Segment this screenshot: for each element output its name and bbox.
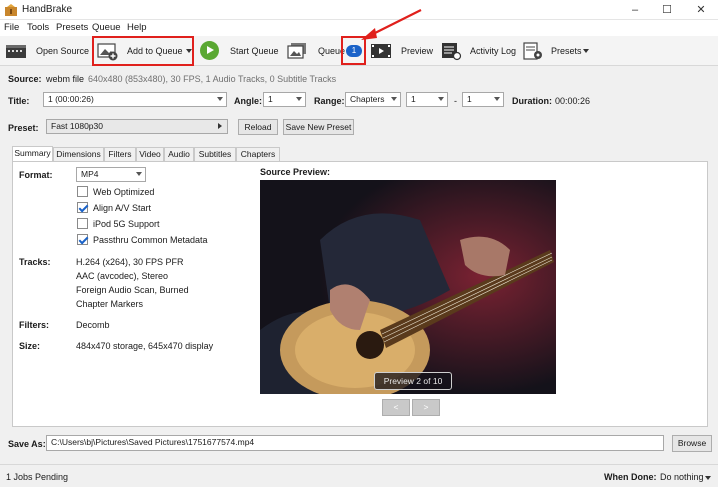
range-separator: - [454,96,457,106]
save-as-path-input[interactable]: C:\Users\bj\Pictures\Saved Pictures\1751… [46,435,664,451]
start-queue-button[interactable]: Start Queue [230,46,279,56]
range-end-select[interactable]: 1 [462,92,504,107]
ipod-5g-support-label: iPod 5G Support [93,219,160,229]
presets-icon[interactable] [522,41,544,61]
web-optimized-label: Web Optimized [93,187,155,197]
source-preview-image [260,180,556,394]
tracks-label: Tracks: [19,257,51,267]
tab-dimensions[interactable]: Dimensions [53,147,104,161]
browse-button[interactable]: Browse [672,435,712,452]
tab-chapters[interactable]: Chapters [236,147,280,161]
tab-filters[interactable]: Filters [104,147,136,161]
activity-log-icon[interactable] [440,41,462,61]
track-item: Chapter Markers [76,299,144,309]
duration-value: 00:00:26 [555,96,591,106]
title-select[interactable]: 1 (00:00:26) [43,92,227,107]
annotation-arrow-icon [361,9,422,40]
menu-presets[interactable]: Presets [56,22,88,33]
previous-preview-button[interactable]: < [382,399,410,416]
reload-button[interactable]: Reload [238,119,278,135]
close-icon[interactable]: ✕ [686,0,716,20]
jobs-pending-status: 1 Jobs Pending [6,472,69,482]
source-preview-label: Source Preview: [260,167,331,177]
add-to-queue-icon[interactable] [97,41,119,61]
menu-queue[interactable]: Queue [92,22,121,33]
menu-file[interactable]: File [4,22,19,33]
angle-select[interactable]: 1 [263,92,306,107]
queue-icon[interactable] [286,41,308,61]
web-optimized-checkbox[interactable] [77,186,88,197]
minimize-icon[interactable]: – [620,0,650,20]
tab-audio[interactable]: Audio [164,147,194,161]
tab-video[interactable]: Video [136,147,164,161]
source-name: webm file [46,74,85,84]
range-start-select[interactable]: 1 [406,92,448,107]
window-title: HandBrake [22,4,73,15]
handbrake-logo-icon [4,3,18,17]
preview-counter: Preview 2 of 10 [374,372,452,390]
add-to-queue-dropdown-icon[interactable] [186,49,192,53]
play-icon[interactable] [200,41,219,60]
title-label: Title: [8,96,30,106]
preview-button[interactable]: Preview [401,46,433,56]
align-av-start-checkbox[interactable] [77,202,88,213]
when-done-label: When Done: [604,472,657,482]
filters-label: Filters: [19,320,50,330]
preset-select[interactable]: Fast 1080p30 [46,119,228,134]
when-done-dropdown-icon[interactable] [705,476,711,480]
size-label: Size: [19,341,41,351]
menu-tools[interactable]: Tools [27,22,49,33]
format-label: Format: [19,170,53,180]
queue-count-badge: 1 [346,45,362,57]
duration-label: Duration: [512,96,552,106]
maximize-icon[interactable]: ☐ [652,0,682,20]
passthru-metadata-checkbox[interactable] [77,234,88,245]
save-new-preset-button[interactable]: Save New Preset [283,119,354,135]
add-to-queue-button[interactable]: Add to Queue [127,46,183,56]
open-source-icon[interactable] [5,41,27,61]
save-as-label: Save As: [8,439,46,449]
track-item: H.264 (x264), 30 FPS PFR [76,257,184,267]
track-item: Foreign Audio Scan, Burned [76,285,189,295]
tab-summary[interactable]: Summary [12,146,53,161]
align-av-start-label: Align A/V Start [93,203,152,213]
open-source-button[interactable]: Open Source [36,46,89,56]
activity-log-button[interactable]: Activity Log [470,46,516,56]
angle-label: Angle: [234,96,262,106]
source-info: 640x480 (853x480), 30 FPS, 1 Audio Track… [88,74,337,84]
when-done-select[interactable]: Do nothing [660,472,704,482]
source-label: Source: [8,74,42,84]
format-select[interactable]: MP4 [76,167,146,182]
filters-value: Decomb [76,320,110,330]
presets-dropdown-icon[interactable] [583,49,589,53]
next-preview-button[interactable]: > [412,399,440,416]
size-value: 484x470 storage, 645x470 display [76,341,214,351]
preset-expand-icon [218,123,222,129]
preset-label: Preset: [8,123,39,133]
menu-help[interactable]: Help [127,22,147,33]
range-label: Range: [314,96,345,106]
track-item: AAC (avcodec), Stereo [76,271,169,281]
presets-button[interactable]: Presets [551,46,582,56]
tab-subtitles[interactable]: Subtitles [194,147,236,161]
ipod-5g-support-checkbox[interactable] [77,218,88,229]
passthru-metadata-label: Passthru Common Metadata [93,235,208,245]
range-type-select[interactable]: Chapters [345,92,401,107]
